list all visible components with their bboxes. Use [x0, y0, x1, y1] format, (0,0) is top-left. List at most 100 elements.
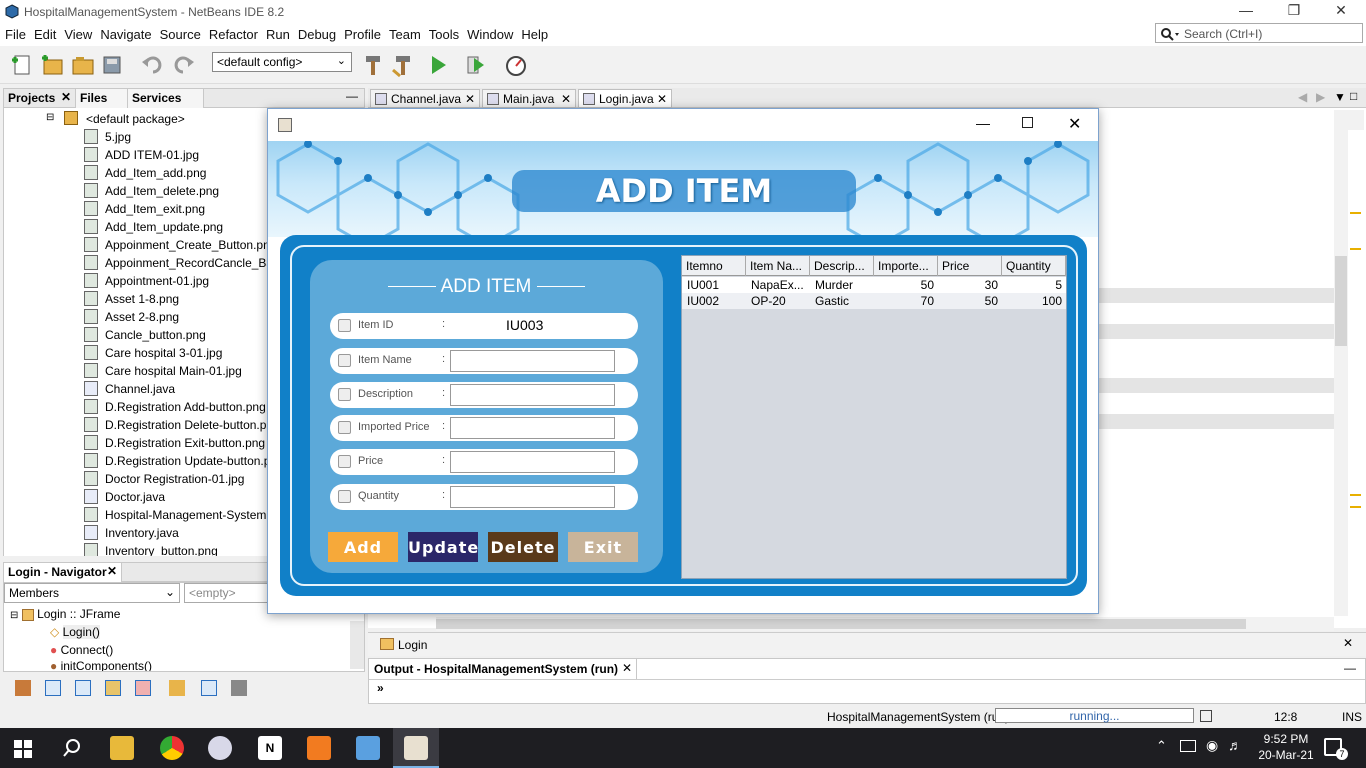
clean-build-icon[interactable]	[390, 52, 416, 78]
search-icon[interactable]	[62, 738, 82, 758]
open-project-icon[interactable]	[70, 52, 96, 78]
column-header[interactable]: Price	[938, 256, 1002, 276]
build-hammer-icon[interactable]	[360, 52, 386, 78]
package-view-icon[interactable]	[169, 680, 185, 696]
hierarchy-icon[interactable]	[15, 680, 31, 696]
nav-item[interactable]: ◇ Login()	[50, 625, 100, 639]
debug-icon[interactable]	[464, 52, 490, 78]
column-header[interactable]: Descrip...	[810, 256, 874, 276]
new-file-icon[interactable]	[10, 52, 36, 78]
maximize-icon[interactable]	[1022, 117, 1033, 128]
table-row[interactable]: IU002 OP-20 Gastic 70 50 100	[682, 293, 1066, 309]
non-public-filter-icon[interactable]	[105, 680, 121, 696]
collapse-icon[interactable]: ⊟	[46, 112, 54, 123]
notion-icon[interactable]: N	[258, 736, 282, 760]
members-select[interactable]: Members ⌄	[4, 583, 180, 603]
windows-start-icon[interactable]	[14, 740, 32, 758]
tab-projects[interactable]: Projects ✕	[4, 89, 76, 108]
collapse-icon[interactable]: ⊟	[10, 610, 18, 621]
tab-services[interactable]: Services	[128, 89, 204, 108]
filter-input[interactable]: <empty>	[184, 583, 274, 603]
minimize-pane-icon[interactable]: —	[346, 89, 358, 103]
minimize-icon[interactable]: —	[1236, 2, 1256, 18]
price-field[interactable]	[450, 451, 615, 473]
volume-icon[interactable]: ♬	[1228, 737, 1242, 753]
undo-icon[interactable]	[140, 52, 166, 78]
close-icon[interactable]: ✕	[61, 90, 71, 104]
config-select[interactable]: <default config> ⌄	[212, 52, 352, 72]
tab-main-java[interactable]: Main.java ✕	[482, 89, 576, 108]
scrollbar[interactable]	[350, 621, 364, 669]
close-icon[interactable]: ✕	[1331, 2, 1351, 19]
menu-window[interactable]: Window	[463, 24, 517, 42]
virtualbox-icon[interactable]	[356, 736, 380, 760]
chevron-up-icon[interactable]: ⌃	[1156, 738, 1167, 754]
menu-refactor[interactable]: Refactor	[205, 24, 262, 42]
file-explorer-icon[interactable]	[110, 736, 134, 760]
menu-help[interactable]: Help	[517, 24, 552, 42]
quantity-field[interactable]	[450, 486, 615, 508]
save-all-icon[interactable]	[100, 52, 126, 78]
maximize-pane-icon[interactable]: □	[1350, 89, 1357, 103]
rerun-icon[interactable]: »	[377, 681, 384, 695]
fields-filter-icon[interactable]	[45, 680, 61, 696]
imported-price-field[interactable]	[450, 417, 615, 439]
cancel-process-icon[interactable]	[1200, 710, 1212, 722]
editor-horizontal-scrollbar[interactable]	[436, 617, 1334, 631]
taskbar-active-app[interactable]	[393, 728, 439, 768]
item-name-field[interactable]	[450, 350, 615, 372]
close-icon[interactable]: ✕	[465, 92, 475, 106]
menu-edit[interactable]: Edit	[30, 24, 60, 42]
sort-by-name-icon[interactable]	[201, 680, 217, 696]
static-filter-icon[interactable]	[75, 680, 91, 696]
menu-team[interactable]: Team	[385, 24, 425, 42]
column-header[interactable]: Quantity	[1002, 256, 1066, 276]
progress-bar[interactable]: running...	[995, 708, 1194, 723]
menu-view[interactable]: View	[60, 24, 96, 42]
column-header[interactable]: Item Na...	[746, 256, 810, 276]
update-button[interactable]: Update	[408, 532, 478, 562]
close-icon[interactable]: ✕	[657, 92, 667, 106]
menu-profile[interactable]: Profile	[340, 24, 385, 42]
menu-tools[interactable]: Tools	[425, 24, 463, 42]
battery-icon[interactable]	[1180, 740, 1196, 752]
close-icon[interactable]: ✕	[1068, 114, 1081, 134]
scroll-left-icon[interactable]: ◀	[1298, 90, 1307, 104]
paint-icon[interactable]	[208, 736, 232, 760]
new-project-icon[interactable]	[40, 52, 66, 78]
tab-navigator[interactable]: Login - Navigator ✕	[4, 563, 122, 582]
description-field[interactable]	[450, 384, 615, 406]
table-row[interactable]: IU001 NapaEx... Murder 50 30 5	[682, 277, 1066, 293]
chrome-icon[interactable]	[160, 736, 184, 760]
inherited-filter-icon[interactable]	[135, 680, 151, 696]
close-icon[interactable]: ✕	[107, 564, 117, 578]
nav-item[interactable]: ● initComponents()	[50, 659, 152, 671]
xampp-icon[interactable]	[307, 736, 331, 760]
editor-vertical-scrollbar[interactable]	[1334, 130, 1348, 616]
wifi-icon[interactable]: ◉	[1206, 737, 1218, 754]
close-icon[interactable]: ✕	[1343, 636, 1353, 650]
output-tab[interactable]: Output - HospitalManagementSystem (run) …	[369, 659, 637, 679]
redo-icon[interactable]	[170, 52, 196, 78]
system-clock[interactable]: 9:52 PM 20-Mar-21	[1250, 731, 1322, 763]
delete-button[interactable]: Delete	[488, 532, 558, 562]
tab-channel-java[interactable]: Channel.java ✕	[370, 89, 480, 108]
breadcrumb-item[interactable]: Login	[398, 638, 427, 652]
exit-button[interactable]: Exit	[568, 532, 638, 562]
search-input[interactable]: Search (Ctrl+I)	[1155, 23, 1363, 43]
close-icon[interactable]: ✕	[622, 661, 632, 675]
sort-by-source-icon[interactable]	[231, 680, 247, 696]
menu-navigate[interactable]: Navigate	[96, 24, 155, 42]
menu-run[interactable]: Run	[262, 24, 294, 42]
tab-login-java[interactable]: Login.java ✕	[578, 89, 672, 108]
split-icon[interactable]	[1334, 110, 1364, 130]
add-button[interactable]: Add	[328, 532, 398, 562]
close-icon[interactable]: ✕	[561, 92, 571, 106]
tab-list-icon[interactable]: ▼	[1334, 90, 1346, 104]
scroll-right-icon[interactable]: ▶	[1316, 90, 1325, 104]
items-table[interactable]: Itemno Item Na... Descrip... Importe... …	[681, 255, 1067, 579]
profile-icon[interactable]	[504, 52, 530, 78]
nav-item[interactable]: ● Connect()	[50, 643, 113, 657]
menu-source[interactable]: Source	[156, 24, 205, 42]
minimize-icon[interactable]: —	[976, 115, 990, 131]
